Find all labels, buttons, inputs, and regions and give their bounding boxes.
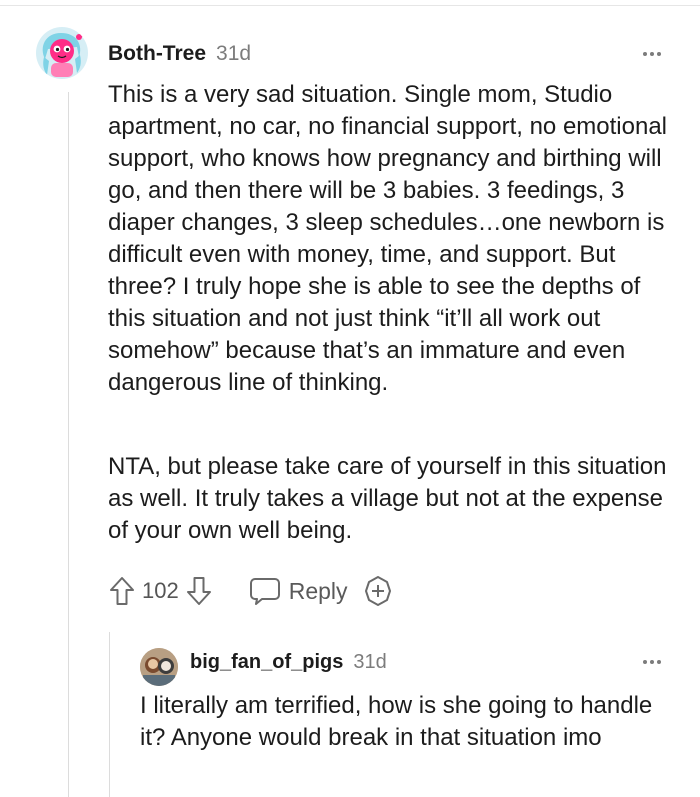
- upvote-arrow-icon: [110, 577, 134, 605]
- comment-timestamp: 31d: [216, 42, 252, 65]
- downvote-button[interactable]: [185, 574, 213, 608]
- top-divider: [0, 5, 700, 6]
- comment-meta: Both-Tree 31d: [108, 42, 251, 66]
- reply-timestamp: 31d: [353, 651, 387, 673]
- comment-bubble-icon: [249, 578, 280, 605]
- award-button[interactable]: [362, 575, 394, 607]
- reply-overflow-menu-button[interactable]: [643, 660, 661, 664]
- upvote-button[interactable]: [108, 574, 136, 608]
- award-plus-icon: [364, 576, 391, 606]
- reply-meta: big_fan_of_pigs 31d: [190, 651, 387, 674]
- user-avatar-icon: [140, 648, 178, 686]
- dot-icon: [650, 660, 654, 664]
- dot-icon: [650, 52, 654, 56]
- reply-avatar[interactable]: [140, 648, 178, 686]
- reply-thread-line: [109, 632, 110, 797]
- comment-username[interactable]: Both-Tree: [108, 42, 206, 66]
- comment-overflow-menu-button[interactable]: [643, 52, 661, 56]
- commenter-avatar[interactable]: [36, 27, 88, 79]
- downvote-arrow-icon: [186, 577, 211, 605]
- dot-icon: [657, 660, 661, 664]
- dot-icon: [643, 52, 647, 56]
- snoo-avatar-icon: [42, 33, 84, 77]
- comment-paragraph-2: NTA, but please take care of yourself in…: [108, 453, 667, 544]
- thread-line[interactable]: [68, 92, 69, 797]
- reply-button[interactable]: Reply: [249, 576, 348, 606]
- comment-actions: 102 Reply: [108, 571, 394, 611]
- reply-username[interactable]: big_fan_of_pigs: [190, 651, 343, 674]
- dot-icon: [657, 52, 661, 56]
- reply-body: I literally am terrified, how is she goi…: [140, 692, 653, 751]
- comment-paragraph-1: This is a very sad situation. Single mom…: [108, 81, 668, 396]
- dot-icon: [643, 660, 647, 664]
- reply-label: Reply: [288, 577, 348, 604]
- vote-score: 102: [142, 578, 179, 603]
